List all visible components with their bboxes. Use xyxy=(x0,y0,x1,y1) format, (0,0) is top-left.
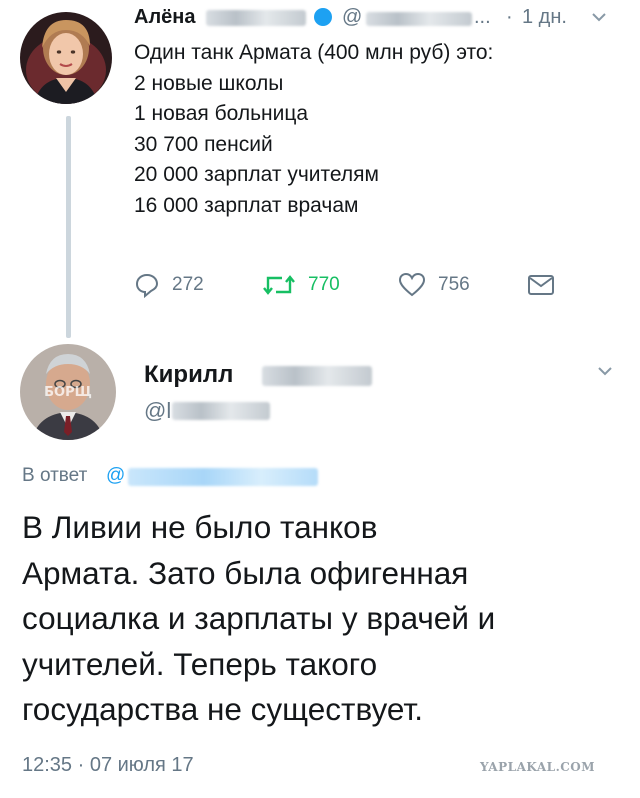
retweet-button[interactable]: 770 xyxy=(262,268,340,302)
like-count: 756 xyxy=(438,274,470,295)
tweet1-line: Один танк Армата (400 млн руб) это: xyxy=(134,41,494,64)
tweet1-line: 2 новые школы xyxy=(134,71,284,95)
reply-to-label: В ответ xyxy=(22,465,88,486)
avatar-alena-image xyxy=(20,12,112,104)
thread-connector-line xyxy=(66,116,71,338)
like-button[interactable]: 756 xyxy=(398,268,470,302)
reply-button[interactable]: 272 xyxy=(134,268,204,302)
direct-message-button[interactable] xyxy=(526,268,568,302)
reply-to-handle-prefix[interactable]: @ xyxy=(106,462,125,490)
tweet1-handle-ellipsis: ... xyxy=(474,6,491,28)
avatar-kirill[interactable]: БОРЩ xyxy=(20,344,116,440)
tweet1-author-name[interactable]: Алёна xyxy=(134,0,195,34)
tweet1-line: 1 новая больница xyxy=(134,102,309,125)
reply-icon xyxy=(135,273,159,298)
tweet2-author-surname-redacted xyxy=(262,366,372,386)
tweet2-line: учителей. Теперь такого xyxy=(22,645,378,682)
watermark: YAPLAKAL.COM xyxy=(480,760,596,774)
tweet1-header: Алёна @ ... · 1 дн. xyxy=(134,0,614,34)
tweet1-handle-prefix[interactable]: @ xyxy=(342,0,362,34)
tweet1-time-separator: · xyxy=(506,6,513,28)
tweet2-line: социалка и зарплаты у врачей и xyxy=(22,600,496,636)
envelope-icon xyxy=(528,275,554,295)
tweet2-line: Армата. Зато была офигенная xyxy=(22,554,469,591)
tweet1-line: 16 000 зарплат врачам xyxy=(134,193,359,217)
chevron-down-icon[interactable] xyxy=(596,356,614,391)
avatar-stamp-text: БОРЩ xyxy=(44,385,92,400)
tweet2-handle-prefix[interactable]: @l xyxy=(144,396,171,426)
retweet-count: 770 xyxy=(308,274,340,295)
tweet2-line: В Ливии не было танков xyxy=(22,509,378,545)
avatar-alena[interactable] xyxy=(20,12,112,104)
tweet2-author-name[interactable]: Кирилл xyxy=(144,358,233,392)
tweet2-handle-redacted xyxy=(172,402,270,420)
reply-to-handle-redacted xyxy=(128,468,318,486)
tweet1-time[interactable]: 1 дн. xyxy=(522,0,567,34)
verified-badge-icon xyxy=(314,8,332,26)
retweet-icon xyxy=(263,275,295,295)
tweet2-text: В Ливии не было танков Армата. Зато была… xyxy=(22,505,632,733)
avatar-kirill-image: БОРЩ xyxy=(20,344,116,440)
tweet2-line: государства не существует. xyxy=(22,691,424,727)
tweet1-handle-redacted xyxy=(366,12,472,26)
tweet1-line: 20 000 зарплат учителям xyxy=(134,163,379,186)
heart-icon xyxy=(398,272,426,297)
reply-count: 272 xyxy=(172,274,204,295)
tweet1-author-surname-redacted xyxy=(206,10,306,26)
tweet1-line: 30 700 пенсий xyxy=(134,132,273,156)
tweet2-timestamp[interactable]: 12:35 · 07 июля 17 xyxy=(22,750,194,780)
tweet1-text: Один танк Армата (400 млн руб) это: 2 но… xyxy=(134,38,614,221)
